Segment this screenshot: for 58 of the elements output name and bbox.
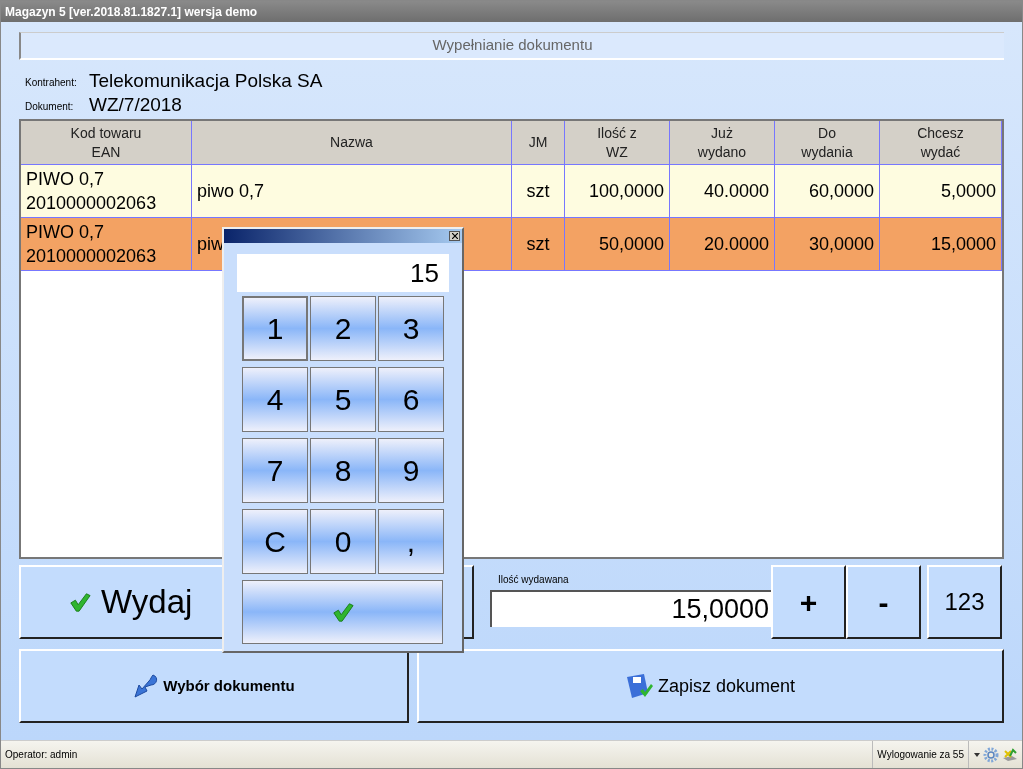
header-title: Wypełnianie dokumentu [19, 32, 1004, 60]
logout-timer: Wylogowanie za 55 [872, 741, 969, 768]
save-document-button[interactable]: Zapisz dokument [417, 649, 1004, 723]
table-cell: 40.0000 [670, 165, 775, 217]
table-row[interactable]: PIWO 0,7 2010000002063 piwo 0,7 szt 100,0000 40.0000 60,0000 5,0000 [21, 165, 1002, 218]
keypad-key[interactable]: 0 [310, 509, 376, 574]
field-value: Telekomunikacja Polska SA [89, 70, 323, 92]
minus-button[interactable]: - [846, 565, 921, 639]
keypad-key[interactable]: 9 [378, 438, 444, 503]
window-title: Magazyn 5 [ver.2018.81.1827.1] wersja demo [1, 1, 1022, 22]
keypad-key[interactable]: , [378, 509, 444, 574]
close-button[interactable] [449, 231, 460, 241]
keypad-button[interactable]: 123 [927, 565, 1002, 639]
column-header: Chcesz wydać [880, 121, 1002, 164]
field-label: Dokument: [25, 100, 75, 114]
table-cell: PIWO 0,7 2010000002063 [21, 218, 192, 270]
table-cell: szt [512, 218, 565, 270]
keypad-key[interactable]: 6 [378, 367, 444, 432]
field-label: Kontrahent: [25, 76, 78, 90]
check-icon [331, 601, 354, 623]
table-cell: 20.0000 [670, 218, 775, 270]
keypad-key[interactable]: 1 [242, 296, 308, 361]
column-header: JM [512, 121, 565, 164]
plus-button[interactable]: + [771, 565, 846, 639]
arrow-icon [133, 673, 160, 699]
floppy-disk-icon [625, 673, 654, 699]
table-cell: 50,0000 [565, 218, 670, 270]
confirm-button[interactable] [242, 580, 443, 644]
table-cell: PIWO 0,7 2010000002063 [21, 165, 192, 217]
keypad-key[interactable]: 8 [310, 438, 376, 503]
field-value: WZ/7/2018 [89, 94, 182, 116]
table-cell: 100,0000 [565, 165, 670, 217]
operator-label: Operator: admin [4, 748, 79, 762]
column-header: Kod towaru EAN [21, 121, 192, 164]
table-cell: 60,0000 [775, 165, 880, 217]
table-cell: szt [512, 165, 565, 217]
status-icon[interactable] [1002, 747, 1018, 762]
table-cell: 5,0000 [880, 165, 1002, 217]
table-cell: piwo 0,7 [192, 165, 512, 217]
select-document-button[interactable]: Wybór dokumentu [19, 649, 409, 723]
keypad-key[interactable]: 4 [242, 367, 308, 432]
keypad-key[interactable]: 7 [242, 438, 308, 503]
column-header: Ilość z WZ [565, 121, 670, 164]
keypad-key[interactable]: C [242, 509, 308, 574]
keypad-key[interactable]: 5 [310, 367, 376, 432]
keypad-display: 15 [237, 254, 449, 292]
quantity-field[interactable]: 15,0000 [490, 590, 771, 627]
column-header: Do wydania [775, 121, 880, 164]
table-cell: 30,0000 [775, 218, 880, 270]
column-header: Nazwa [192, 121, 512, 164]
keypad-key[interactable]: 3 [378, 296, 444, 361]
dropdown-icon[interactable] [974, 752, 980, 757]
column-header: Już wydano [670, 121, 775, 164]
keypad-key[interactable]: 2 [310, 296, 376, 361]
table-cell: 15,0000 [880, 218, 1002, 270]
quantity-label: Ilość wydawana [497, 573, 570, 587]
close-icon [451, 233, 458, 239]
check-icon [69, 591, 91, 613]
